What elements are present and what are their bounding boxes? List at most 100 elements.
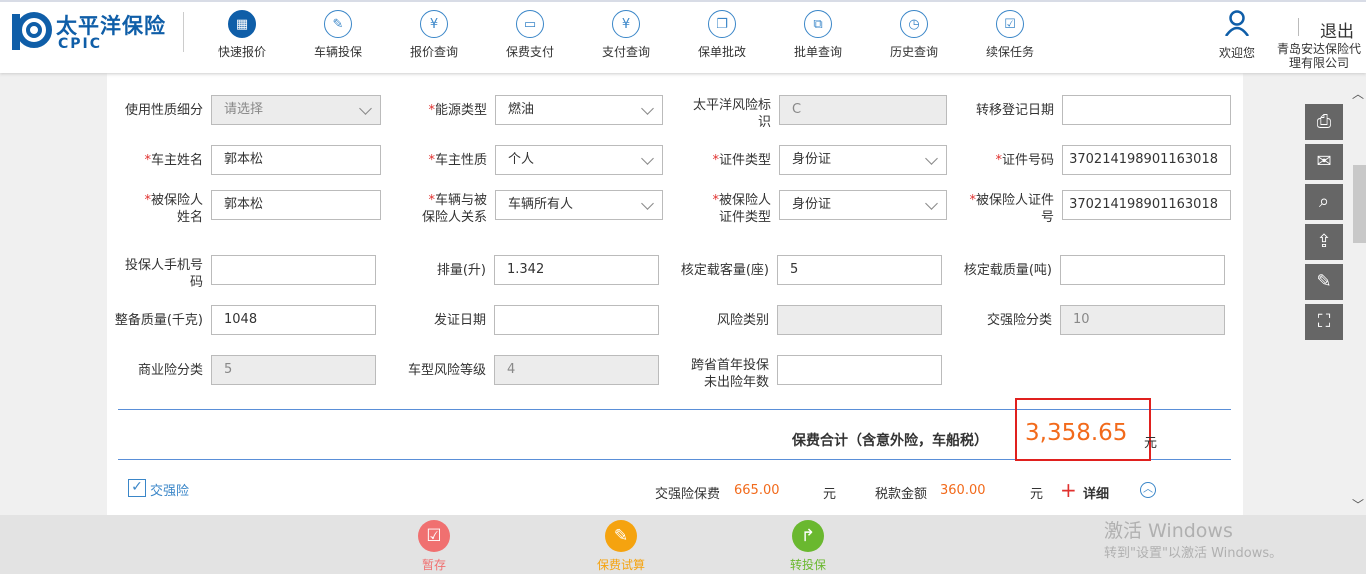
field-label: 使用性质细分 — [108, 102, 203, 119]
brand-name-en: CPIC — [58, 36, 103, 52]
label-text: 核定载客量(座) — [680, 263, 769, 278]
field-label: 整备质量(千克) — [108, 312, 203, 329]
total-premium-label: 保费合计（含意外险，车船税） — [792, 433, 988, 449]
nav-label: 快速报价 — [217, 45, 266, 59]
label-text: 车型风险等级 — [407, 363, 486, 378]
nav-item-1[interactable]: ✎ 车辆投保 — [298, 10, 378, 60]
input-field[interactable] — [211, 255, 376, 285]
yen-search-icon: ¥ — [612, 10, 640, 38]
tax-value: 360.00 — [940, 483, 986, 498]
upload-icon[interactable]: ⇪ — [1305, 224, 1343, 260]
input-field[interactable] — [494, 305, 659, 335]
cpic-logo[interactable]: 太平洋保险 CPIC — [12, 10, 182, 54]
input-field[interactable]: 郭本松 — [211, 190, 381, 220]
cpic-logo-icon — [12, 12, 52, 50]
compulsory-premium-label: 交强险保费 — [655, 487, 721, 502]
field-label: 车型风险等级 — [391, 362, 486, 379]
footer-icon: ↱ — [792, 520, 824, 552]
footer-button-1[interactable]: ✎ 保费试算 — [581, 520, 661, 573]
input-field[interactable]: 370214198901163018 — [1062, 145, 1231, 175]
select-field[interactable]: 车辆所有人 — [495, 190, 663, 220]
search-icon[interactable]: ⌕ — [1305, 184, 1343, 220]
scrollbar-thumb[interactable] — [1353, 165, 1366, 243]
compulsory-checkbox[interactable]: ✓ — [128, 479, 146, 497]
field-label: 跨省首年投保 未出险年数 — [674, 357, 769, 391]
top-header: 太平洋保险 CPIC ▦ 快速报价 ✎ 车辆投保 ¥ 报价查询 ▭ 保费支付 ¥ 支付查询 ❐ 保单批… — [0, 0, 1366, 73]
select-field[interactable]: 身份证 — [779, 145, 947, 175]
nav-item-3[interactable]: ▭ 保费支付 — [490, 10, 570, 60]
compulsory-checkbox-label[interactable]: 交强险 — [150, 480, 189, 499]
nav-label: 报价查询 — [409, 45, 458, 59]
nav-item-0[interactable]: ▦ 快速报价 — [202, 10, 282, 60]
nav-label: 续保任务 — [985, 45, 1034, 59]
company-name: 青岛安达保险代理有限公司 — [1276, 42, 1361, 70]
tax-unit: 元 — [1030, 487, 1044, 502]
label-text: 转移登记日期 — [975, 103, 1054, 118]
nav-item-7[interactable]: ◷ 历史查询 — [874, 10, 954, 60]
select-field[interactable]: 个人 — [495, 145, 663, 175]
nav-item-8[interactable]: ☑ 续保任务 — [970, 10, 1050, 60]
edit-icon[interactable]: ✎ — [1305, 264, 1343, 300]
scroll-down-icon[interactable]: ﹀ — [1352, 496, 1364, 513]
input-field[interactable]: 1048 — [211, 305, 376, 335]
select-field[interactable]: 身份证 — [779, 190, 947, 220]
input-field[interactable] — [777, 355, 942, 385]
field-label: 排量(升) — [391, 262, 486, 279]
footer-button-0[interactable]: ☑ 暂存 — [394, 520, 474, 573]
compulsory-premium-unit: 元 — [823, 487, 837, 502]
input-field — [777, 305, 942, 335]
label-text: 风险类别 — [716, 313, 769, 328]
label-text: 整备质量(千克) — [114, 313, 203, 328]
field-label: *被保险人 证件类型 — [676, 192, 771, 226]
user-menu[interactable]: 欢迎您 — [1212, 10, 1262, 61]
input-field[interactable]: 5 — [777, 255, 942, 285]
field-label: 转移登记日期 — [959, 102, 1054, 119]
input-field[interactable] — [1060, 255, 1225, 285]
logout-button[interactable]: 退出 — [1320, 17, 1354, 42]
field-label: *被保险人证件 号 — [959, 192, 1054, 226]
input-field[interactable]: 1.342 — [494, 255, 659, 285]
nav-label: 保单批改 — [697, 45, 746, 59]
field-label: *能源类型 — [392, 102, 487, 119]
label-text: 商业险分类 — [137, 363, 203, 378]
detail-button[interactable]: 详细 — [1083, 483, 1109, 502]
footer-label: 转投保 — [789, 558, 826, 572]
input-field[interactable] — [1062, 95, 1231, 125]
label-text: 被保险人证件 号 — [975, 193, 1054, 225]
field-label: *车辆与被 保险人关系 — [392, 192, 487, 226]
clipboard-yen-icon: ¥ — [420, 10, 448, 38]
field-label: 核定载客量(座) — [674, 262, 769, 279]
windows-watermark: 激活 Windows — [1104, 520, 1233, 542]
print-icon[interactable]: ⎙ — [1305, 104, 1343, 140]
select-field[interactable]: 燃油 — [495, 95, 663, 125]
scrollbar[interactable] — [1350, 73, 1366, 515]
policy-check-icon: ✎ — [324, 10, 352, 38]
field-label: 核定载质量(吨) — [957, 262, 1052, 279]
collapse-up-icon[interactable]: ︿ — [1140, 482, 1156, 498]
input-field[interactable]: 郭本松 — [211, 145, 381, 175]
footer-button-2[interactable]: ↱ 转投保 — [768, 520, 848, 573]
field-label: 发证日期 — [391, 312, 486, 329]
divider — [183, 12, 184, 52]
input-field[interactable]: 370214198901163018 — [1062, 190, 1231, 220]
tax-label: 税款金额 — [875, 487, 928, 502]
mail-icon[interactable]: ✉ — [1305, 144, 1343, 180]
nav-item-4[interactable]: ¥ 支付查询 — [586, 10, 666, 60]
input-field: 4 — [494, 355, 659, 385]
nav-label: 车辆投保 — [313, 45, 362, 59]
nav-item-5[interactable]: ❐ 保单批改 — [682, 10, 762, 60]
scroll-up-icon[interactable]: ︿ — [1352, 85, 1364, 102]
label-text: 投保人手机号 码 — [124, 258, 203, 290]
scan-icon[interactable]: ⛶ — [1305, 304, 1343, 340]
compulsory-premium-value: 665.00 — [734, 483, 780, 498]
nav-item-2[interactable]: ¥ 报价查询 — [394, 10, 474, 60]
nav-item-6[interactable]: ⧉ 批单查询 — [778, 10, 858, 60]
plus-icon[interactable]: + — [1060, 478, 1077, 502]
label-text: 被保险人 证件类型 — [718, 193, 771, 225]
copy-search-icon: ⧉ — [804, 10, 832, 38]
label-text: 使用性质细分 — [124, 103, 203, 118]
calculator-icon: ▦ — [228, 10, 256, 38]
label-text: 证件号码 — [1001, 153, 1054, 168]
user-icon — [1224, 10, 1250, 37]
total-premium-value: 3,358.65 — [1025, 420, 1128, 446]
